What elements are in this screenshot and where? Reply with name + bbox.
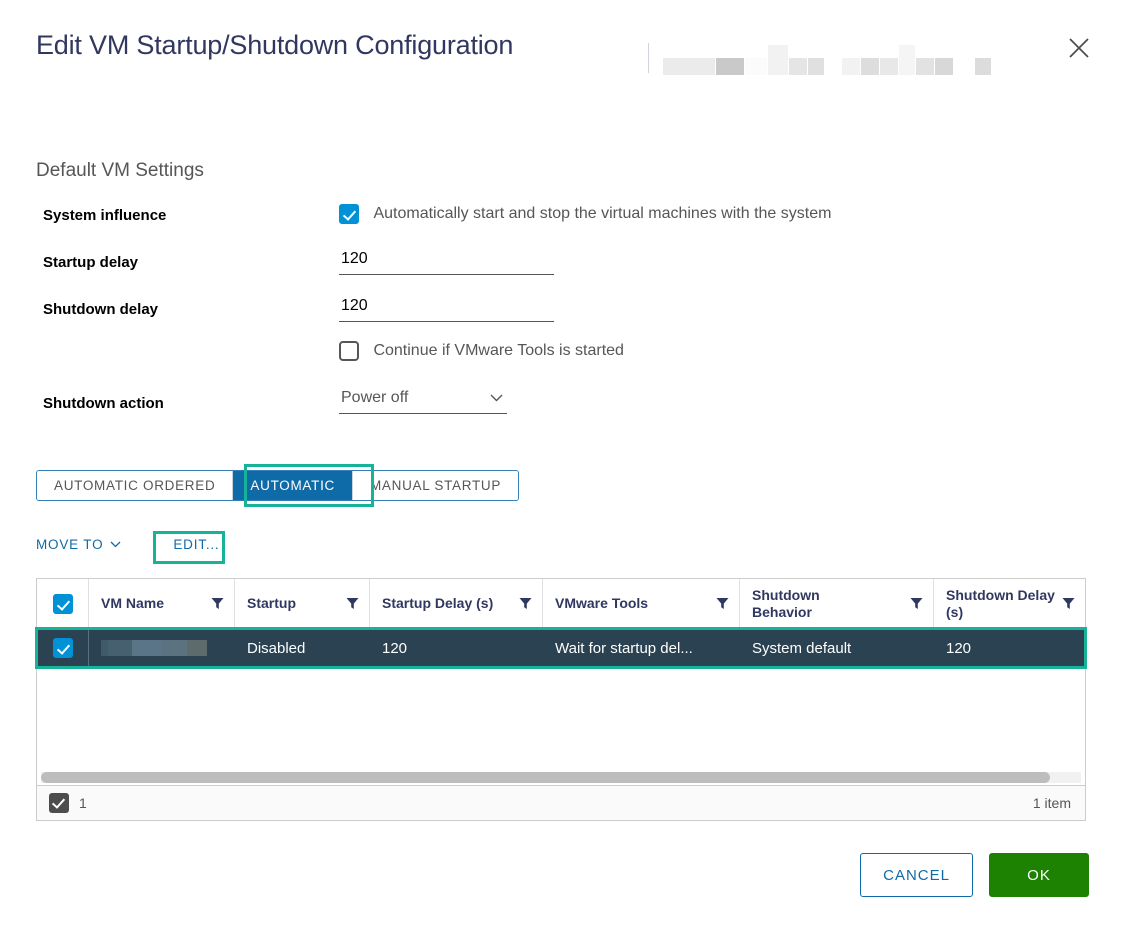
cell-shutdown-behavior: System default [740, 629, 934, 667]
edit-vm-startup-shutdown-dialog: Edit VM Startup/Shutdown Configuration [0, 0, 1121, 933]
tab-automatic[interactable]: AUTOMATIC [233, 471, 353, 500]
shutdown-delay-control [339, 295, 554, 322]
filter-icon[interactable] [346, 597, 359, 610]
column-header-vmware-tools[interactable]: VMware Tools [543, 579, 740, 628]
redacted-vm-name [101, 640, 207, 656]
edit-button[interactable]: EDIT... [173, 537, 219, 552]
filter-icon[interactable] [1062, 597, 1075, 610]
section-title: Default VM Settings [36, 160, 204, 182]
move-to-button[interactable]: MOVE TO [36, 537, 121, 552]
column-label: Shutdown Behavior [752, 587, 862, 621]
label-startup-delay: Startup delay [43, 254, 138, 271]
table-select-all-cell [37, 579, 89, 628]
table-header-row: VM Name Startup Startup Delay (s) VMware… [37, 579, 1085, 629]
shutdown-action-control: Power off [339, 387, 507, 414]
move-to-label: MOVE TO [36, 537, 103, 552]
cell-shutdown-delay: 120 [934, 629, 1085, 667]
scrollbar-track[interactable] [41, 772, 1081, 783]
filter-icon[interactable] [211, 597, 224, 610]
chevron-down-icon [110, 541, 121, 548]
filter-icon[interactable] [910, 597, 923, 610]
continue-vmware-tools-label: Continue if VMware Tools is started [373, 342, 623, 360]
scrollbar-thumb[interactable] [41, 772, 1050, 783]
shutdown-action-value: Power off [341, 389, 408, 407]
column-label: Startup [247, 595, 296, 612]
ok-button[interactable]: OK [989, 853, 1089, 897]
column-label: Startup Delay (s) [382, 595, 493, 612]
vm-startup-table: VM Name Startup Startup Delay (s) VMware… [36, 578, 1086, 821]
dialog-header: Edit VM Startup/Shutdown Configuration [0, 0, 1121, 120]
column-label: VM Name [101, 595, 164, 612]
header-divider [648, 43, 649, 73]
filter-icon[interactable] [519, 597, 532, 610]
close-glyph [1068, 37, 1090, 59]
cell-startup: Disabled [235, 629, 370, 667]
column-header-vm-name[interactable]: VM Name [89, 579, 235, 628]
label-system-influence: System influence [43, 207, 166, 224]
column-label: Shutdown Delay (s) [946, 587, 1060, 621]
tab-manual-startup[interactable]: MANUAL STARTUP [353, 471, 518, 500]
startup-delay-control [339, 248, 554, 275]
row-checkbox[interactable] [53, 638, 73, 658]
chevron-down-icon [490, 394, 503, 402]
cell-vmware-tools: Wait for startup del... [543, 629, 740, 667]
cancel-button[interactable]: CANCEL [860, 853, 973, 897]
startup-policy-tabs: AUTOMATIC ORDERED AUTOMATIC MANUAL START… [36, 470, 519, 501]
cell-startup-delay: 120 [370, 629, 543, 667]
select-all-checkbox[interactable] [53, 594, 73, 614]
column-label: VMware Tools [555, 595, 648, 612]
footer-select-all-checkbox[interactable] [49, 793, 69, 813]
shutdown-delay-input[interactable] [339, 295, 554, 322]
table-toolbar: MOVE TO EDIT... [36, 537, 219, 552]
column-header-shutdown-delay[interactable]: Shutdown Delay (s) [934, 579, 1085, 628]
close-icon[interactable] [1061, 30, 1097, 66]
table-footer: 1 1 item [37, 785, 1085, 820]
row-select-cell [37, 629, 89, 667]
column-header-startup[interactable]: Startup [235, 579, 370, 628]
column-header-startup-delay[interactable]: Startup Delay (s) [370, 579, 543, 628]
footer-item-count: 1 item [1033, 795, 1071, 811]
auto-start-stop-checkbox[interactable] [339, 204, 359, 224]
column-header-shutdown-behavior[interactable]: Shutdown Behavior [740, 579, 934, 628]
header-context [648, 38, 992, 78]
continue-tools-control: Continue if VMware Tools is started [339, 341, 624, 361]
dialog-actions: CANCEL OK [860, 853, 1089, 897]
cell-vm-name [89, 629, 235, 667]
redacted-host-name [663, 41, 992, 75]
tab-automatic-ordered[interactable]: AUTOMATIC ORDERED [37, 471, 233, 500]
label-shutdown-action: Shutdown action [43, 395, 164, 412]
table-body: Disabled 120 Wait for startup del... Sys… [37, 629, 1085, 784]
table-horizontal-scrollbar[interactable] [37, 770, 1085, 784]
system-influence-control: Automatically start and stop the virtual… [339, 204, 831, 224]
label-shutdown-delay: Shutdown delay [43, 301, 158, 318]
filter-icon[interactable] [716, 597, 729, 610]
footer-selected-count: 1 [79, 795, 87, 811]
continue-vmware-tools-checkbox[interactable] [339, 341, 359, 361]
startup-delay-input[interactable] [339, 248, 554, 275]
shutdown-action-select[interactable]: Power off [339, 387, 507, 414]
page-title: Edit VM Startup/Shutdown Configuration [36, 28, 636, 63]
auto-start-stop-label: Automatically start and stop the virtual… [373, 205, 831, 223]
table-row[interactable]: Disabled 120 Wait for startup del... Sys… [37, 629, 1085, 667]
